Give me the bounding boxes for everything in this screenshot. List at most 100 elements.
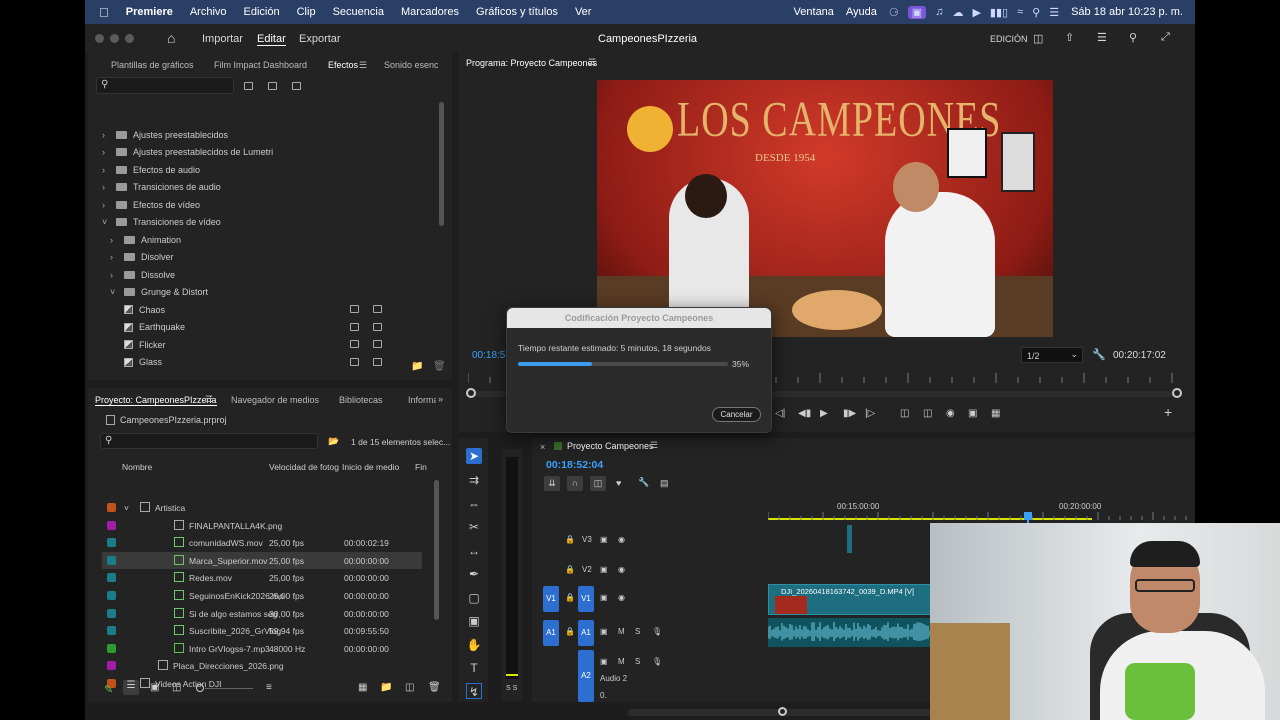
menu-edicion[interactable]: Edición bbox=[244, 6, 280, 18]
effects-tree-item[interactable]: › Disolver bbox=[110, 249, 174, 266]
clock[interactable]: Sáb 18 abr 10:23 p. m. bbox=[1071, 6, 1183, 18]
sync-lock-icon[interactable]: ▣ bbox=[600, 627, 608, 636]
chevron-right-icon[interactable]: › bbox=[102, 200, 110, 210]
label-color-swatch[interactable] bbox=[107, 608, 116, 618]
solo-icon[interactable]: S bbox=[635, 657, 640, 666]
nest-icon[interactable]: ⇊ bbox=[544, 476, 560, 491]
effects-tree-item[interactable]: Glass bbox=[118, 354, 382, 371]
menu-marcadores[interactable]: Marcadores bbox=[401, 6, 459, 18]
track-label-a2[interactable]: A2 bbox=[578, 650, 594, 702]
label-color-swatch[interactable] bbox=[107, 626, 116, 636]
project-row[interactable]: Intro GrVlogss-7.mp3 48000 Hz 00:00:00:00 bbox=[102, 640, 422, 657]
trash-icon[interactable]: 🗑 bbox=[433, 361, 446, 372]
effects-tree-item[interactable]: › Ajustes preestablecidos bbox=[102, 126, 228, 143]
track-select-icon[interactable]: ⇉ bbox=[466, 472, 482, 488]
tab-proyecto[interactable]: Proyecto: CampeonesPIzzeria bbox=[95, 395, 217, 406]
tab-navegador[interactable]: Navegador de medios bbox=[231, 395, 319, 405]
sync-lock-icon[interactable]: ▣ bbox=[600, 565, 608, 574]
chevron-right-icon[interactable]: › bbox=[102, 165, 110, 175]
effects-tree-item[interactable]: Flicker bbox=[118, 336, 382, 353]
trash-icon[interactable]: 🗑 bbox=[428, 682, 441, 693]
type-tool-icon[interactable]: T bbox=[466, 660, 482, 676]
menu-archivo[interactable]: Archivo bbox=[190, 6, 227, 18]
wrench-icon[interactable]: 🔧 bbox=[1092, 348, 1106, 361]
sort-icon[interactable]: ≡ bbox=[266, 682, 272, 693]
project-row[interactable]: Suscribite_2026_GrVlog 59,94 fps 00:09:55:… bbox=[102, 622, 422, 639]
sequence-tab-menu-icon[interactable]: ☰ bbox=[650, 440, 658, 451]
effects-tree-item[interactable]: ˅ Grunge & Distort bbox=[110, 284, 208, 301]
chevron-right-icon[interactable]: › bbox=[110, 235, 118, 245]
label-color-swatch[interactable] bbox=[107, 555, 116, 565]
compare-icon[interactable]: ▣ bbox=[968, 408, 977, 419]
label-color-swatch[interactable] bbox=[107, 661, 116, 671]
col-fin[interactable]: Fin bbox=[415, 462, 427, 472]
icon-view-icon[interactable]: ▣ bbox=[150, 682, 159, 693]
timeline-settings-icon[interactable]: 🔧 bbox=[638, 477, 649, 488]
chevron-right-icon[interactable]: › bbox=[102, 130, 110, 140]
program-monitor-tab[interactable]: Programa: Proyecto Campeones bbox=[466, 58, 597, 68]
project-row[interactable]: comunidadWS.mov 25,00 fps 00:00:02:19 bbox=[102, 534, 422, 551]
snap-icon[interactable]: ∩ bbox=[567, 476, 583, 491]
effects-search-input[interactable]: ⚲ bbox=[96, 77, 234, 94]
zoom-handle-right[interactable] bbox=[1172, 388, 1182, 398]
zoom-handle-left[interactable] bbox=[466, 388, 476, 398]
project-row[interactable]: Si de algo estamos seg 30,00 fps 00:00:00:… bbox=[102, 605, 422, 622]
close-sequence-icon[interactable]: × bbox=[540, 442, 545, 452]
tab-efectos[interactable]: Efectos bbox=[328, 60, 358, 70]
project-row[interactable]: Placa_Direcciones_2026.png bbox=[102, 657, 422, 674]
pen-icon[interactable]: ✒ bbox=[466, 566, 482, 582]
meter-solo-label[interactable]: S S bbox=[506, 685, 517, 692]
new-item-icon[interactable]: ◫ bbox=[405, 682, 414, 693]
chevron-down-icon[interactable]: ˅ bbox=[110, 287, 118, 297]
effects-tree-item[interactable]: › Ajustes preestablecidos de Lumetri bbox=[102, 144, 273, 161]
captions-icon[interactable]: ▤ bbox=[660, 478, 669, 489]
project-scrollbar[interactable] bbox=[434, 480, 439, 620]
yuv-effects-icon[interactable] bbox=[292, 82, 301, 90]
accelerated-effects-icon[interactable] bbox=[244, 82, 253, 90]
eye-icon[interactable]: ◉ bbox=[618, 535, 625, 544]
menu-secuencia[interactable]: Secuencia bbox=[333, 6, 384, 18]
control-center-icon[interactable]: ☰ bbox=[1049, 6, 1059, 19]
program-tab-menu-icon[interactable]: ☰ bbox=[588, 57, 596, 68]
screen-record-icon[interactable]: ▣ bbox=[907, 5, 927, 19]
new-bin-icon[interactable]: 📁 bbox=[380, 682, 392, 693]
sequence-tab[interactable]: Proyecto Campeones bbox=[567, 441, 654, 451]
linked-selection-icon[interactable]: ◫ bbox=[590, 476, 606, 491]
chevron-right-icon[interactable]: › bbox=[102, 147, 110, 157]
resolution-select[interactable]: 1/2 ⌄ bbox=[1021, 347, 1083, 363]
tab-bibliotecas[interactable]: Bibliotecas bbox=[339, 395, 383, 405]
menu-premiere[interactable]: Premiere bbox=[126, 6, 173, 18]
close-window-button[interactable] bbox=[95, 34, 104, 43]
ripple-edit-icon[interactable]: ⇔ bbox=[466, 496, 482, 512]
tab-sonido[interactable]: Sonido esencia bbox=[384, 60, 438, 70]
source-patch-a1[interactable]: A1 bbox=[543, 620, 559, 646]
lock-icon[interactable]: 🔒 bbox=[565, 627, 575, 636]
auto-icon[interactable]: ↯ bbox=[466, 683, 482, 699]
eye-icon[interactable]: ◉ bbox=[618, 565, 625, 574]
selection-tool-icon[interactable]: ➤ bbox=[466, 448, 482, 464]
lock-icon[interactable]: 🔒 bbox=[565, 565, 575, 574]
frame-tool-icon[interactable]: ▣ bbox=[466, 613, 482, 629]
effects-tree-item[interactable]: ˅ Transiciones de vídeo bbox=[102, 214, 221, 231]
track-label-v3[interactable]: V3 bbox=[582, 535, 592, 544]
nav-importar[interactable]: Importar bbox=[202, 33, 243, 45]
zoom-window-button[interactable] bbox=[125, 34, 134, 43]
tab-menu-icon[interactable]: ☰ bbox=[359, 60, 367, 71]
timeline-timecode[interactable]: 00:18:52:04 bbox=[546, 459, 603, 471]
effects-tree-item[interactable]: › Dissolve bbox=[110, 266, 175, 283]
label-color-swatch[interactable] bbox=[107, 538, 116, 548]
export-frame-icon[interactable]: ◉ bbox=[946, 408, 955, 419]
frame-forward-icon[interactable]: ▮▶ bbox=[843, 408, 856, 419]
play-circle-icon[interactable]: ▶ bbox=[972, 6, 980, 19]
effects-tree-item[interactable]: Chaos bbox=[118, 301, 382, 318]
effects-tree-item[interactable]: › Animation bbox=[110, 231, 181, 248]
playhead-timecode[interactable]: 00:18:5 bbox=[472, 350, 505, 361]
apple-icon[interactable]:  bbox=[99, 5, 109, 20]
audio-wave-icon[interactable]: ♫ bbox=[935, 6, 943, 19]
project-row[interactable]: FINALPANTALLA4K.png bbox=[102, 517, 422, 534]
razor-icon[interactable]: ✂ bbox=[466, 519, 482, 535]
list-view-icon[interactable]: ☰ bbox=[123, 680, 139, 695]
tab-informacion[interactable]: Informa bbox=[408, 395, 436, 405]
track-volume[interactable]: 0. bbox=[600, 691, 607, 700]
zoom-slider-handle[interactable] bbox=[196, 684, 204, 692]
